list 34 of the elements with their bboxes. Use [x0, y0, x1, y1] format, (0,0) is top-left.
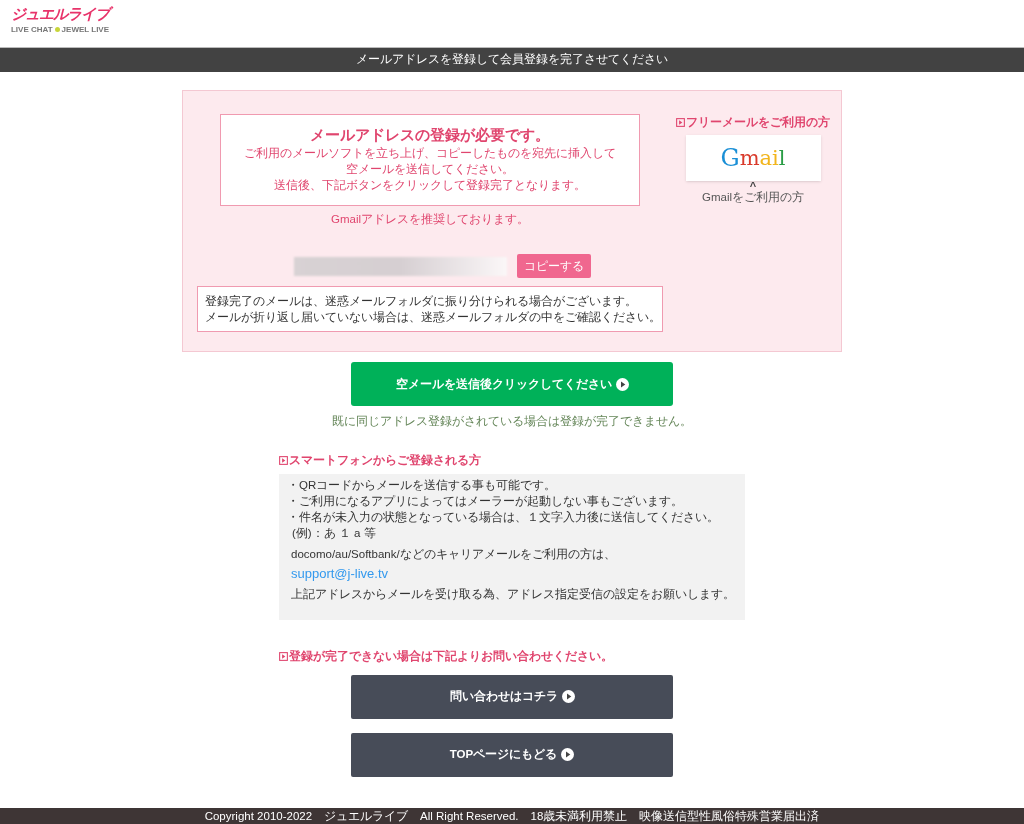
copy-button[interactable]: コピーする [516, 254, 591, 279]
email-link[interactable]: support@j-live.tv [287, 564, 388, 583]
nav-button[interactable]: TOPページにもどる [351, 732, 673, 777]
info-text: ・件名が未入力の状態となっている場合は、１文字入力後に送信してください。 [287, 509, 720, 525]
info-text: docomo/au/Softbank/などのキャリアメールをご利用の方は、 [290, 546, 617, 562]
send-button[interactable]: 空メールを送信後クリックしてください [351, 362, 673, 406]
bullet-icon [676, 118, 685, 128]
info-text: ・QRコードからメールを送信する事も可能です。 [287, 477, 558, 493]
bullet-icon [279, 456, 288, 466]
play-icon [561, 690, 575, 704]
info-text: ・ご利用になるアプリによってはメーラーが起動しない事もございます。 [287, 493, 684, 509]
example-text: (例)：あ １ a 等 [291, 525, 377, 541]
notice-text: ご利用のメールソフトを立ち上げ、コピーしたものを宛先に挿入して [244, 146, 616, 161]
play-icon [561, 748, 575, 762]
warning-text: 登録完了のメールは、迷惑メールフォルダに振り分けられる場合がございます。 [205, 294, 638, 310]
caret-icon: ^ [749, 182, 757, 191]
section-heading: スマートフォンからご登録される方 [289, 452, 481, 469]
notice-text: 空メールを送信してください。 [346, 162, 514, 177]
notice-title: メールアドレスの登録が必要です。 [310, 125, 550, 145]
title-bar: メールアドレスを登録して会員登録を完了させてください [0, 47, 1024, 72]
recommend-text: Gmailアドレスを推奨しております。 [331, 212, 529, 227]
nav-button[interactable]: 問い合わせはコチラ [351, 674, 673, 719]
bullet-icon [279, 651, 288, 661]
gmail-logo[interactable]: Gmail [685, 135, 821, 182]
logo[interactable]: ジュエルライブ LIVE CHAT JEWEL LIVE [4, 4, 116, 36]
play-icon [615, 377, 629, 391]
section-heading: 登録が完了できない場合は下記よりお問い合わせください。 [289, 648, 613, 665]
duplicate-note: 既に同じアドレス登録がされている場合は登録が完了できません。 [332, 414, 692, 429]
warning-text: メールが折り返し届いていない場合は、迷惑メールフォルダの中をご確認ください。 [205, 310, 655, 326]
free-mail-heading: フリーメールをご利用の方 [686, 114, 830, 131]
footer: Copyright 2010-2022 ジュエルライブ All Right Reserved. 18歳未満利用禁止 映像送信型性風俗特殊営業届出済 [0, 808, 1024, 824]
notice-text: 送信後、下記ボタンをクリックして登録完了となります。 [274, 178, 586, 193]
info-text: 上記アドレスからメールを受け取る為、アドレス指定受信の設定をお願いします。 [290, 586, 736, 602]
gmail-caption: Gmailをご利用の方 [702, 190, 804, 205]
